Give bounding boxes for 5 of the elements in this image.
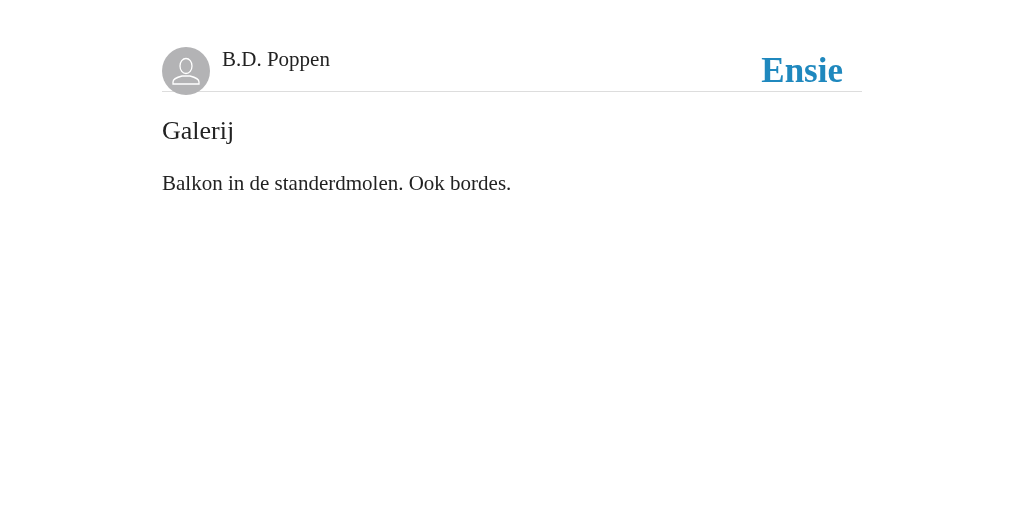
entry-title: Galerij [162,116,236,146]
avatar-icon [162,47,210,95]
author-name: B.D. Poppen [222,47,330,71]
logo[interactable]: Ensie [761,53,843,89]
entry-description: Balkon in de standerdmolen. Ook bordes. [162,170,513,196]
